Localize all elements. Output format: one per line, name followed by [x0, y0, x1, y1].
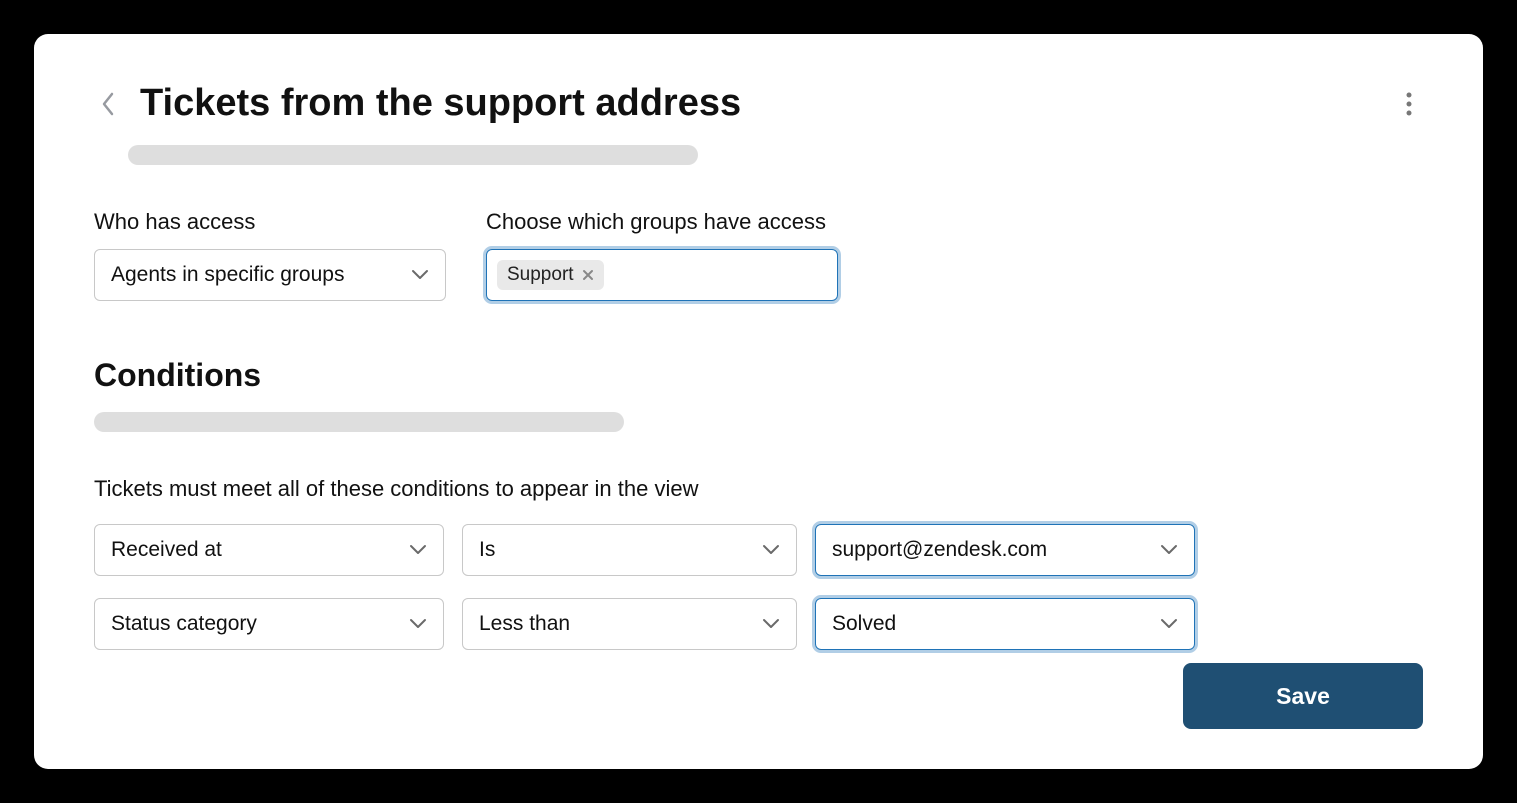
- view-editor-card: Tickets from the support address Who has…: [34, 34, 1483, 769]
- chevron-left-icon: [101, 92, 115, 116]
- condition-row-1: Status category Less than Solved: [94, 598, 1423, 650]
- chevron-down-icon: [762, 618, 780, 630]
- condition-value-select-0[interactable]: support@zendesk.com: [815, 524, 1195, 576]
- condition-operator-select-1[interactable]: Less than: [462, 598, 797, 650]
- title-wrap: Tickets from the support address: [94, 82, 741, 125]
- condition-operator-select-0[interactable]: Is: [462, 524, 797, 576]
- header-row: Tickets from the support address: [94, 82, 1423, 125]
- group-chip[interactable]: Support: [497, 260, 604, 290]
- groups-input[interactable]: Support: [486, 249, 838, 301]
- group-chip-label: Support: [507, 264, 574, 286]
- groups-field: Choose which groups have access Support: [486, 209, 838, 301]
- kebab-icon: [1406, 92, 1412, 116]
- chevron-down-icon: [762, 544, 780, 556]
- conditions-desc-placeholder: [94, 412, 624, 432]
- condition-operator-value: Is: [479, 538, 495, 562]
- chevron-down-icon: [409, 618, 427, 630]
- condition-operator-value: Less than: [479, 612, 570, 636]
- conditions-heading: Conditions: [94, 357, 1423, 394]
- condition-value-select-1[interactable]: Solved: [815, 598, 1195, 650]
- back-button[interactable]: [94, 90, 122, 118]
- condition-row-0: Received at Is support@zendesk.com: [94, 524, 1423, 576]
- who-has-access-label: Who has access: [94, 209, 446, 235]
- save-button[interactable]: Save: [1183, 663, 1423, 729]
- access-row: Who has access Agents in specific groups…: [94, 209, 1423, 301]
- condition-value-value: support@zendesk.com: [832, 538, 1047, 562]
- who-has-access-value: Agents in specific groups: [111, 263, 344, 287]
- condition-field-select-1[interactable]: Status category: [94, 598, 444, 650]
- more-actions-button[interactable]: [1395, 90, 1423, 118]
- remove-chip-icon[interactable]: [582, 269, 594, 281]
- chevron-down-icon: [409, 544, 427, 556]
- chevron-down-icon: [1160, 618, 1178, 630]
- who-has-access-field: Who has access Agents in specific groups: [94, 209, 446, 301]
- condition-field-select-0[interactable]: Received at: [94, 524, 444, 576]
- condition-field-value: Status category: [111, 612, 257, 636]
- condition-value-value: Solved: [832, 612, 896, 636]
- chevron-down-icon: [411, 269, 429, 281]
- page-title: Tickets from the support address: [140, 82, 741, 125]
- description-placeholder: [128, 145, 698, 165]
- who-has-access-select[interactable]: Agents in specific groups: [94, 249, 446, 301]
- condition-field-value: Received at: [111, 538, 222, 562]
- groups-label: Choose which groups have access: [486, 209, 838, 235]
- chevron-down-icon: [1160, 544, 1178, 556]
- conditions-description: Tickets must meet all of these condition…: [94, 476, 1423, 502]
